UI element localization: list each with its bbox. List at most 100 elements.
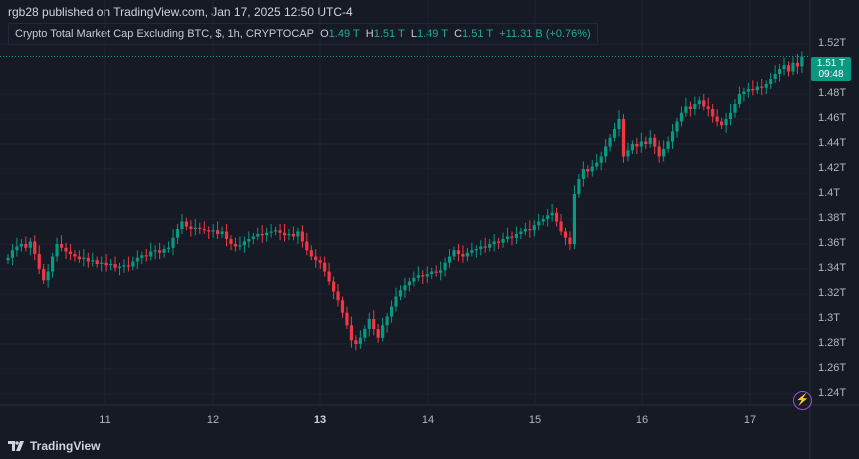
candle-body bbox=[670, 131, 675, 142]
candle-body bbox=[412, 277, 416, 282]
candle-body bbox=[416, 275, 420, 278]
candle-body bbox=[407, 281, 411, 286]
candle-body bbox=[389, 306, 394, 317]
candle-body bbox=[211, 230, 215, 232]
candle-body bbox=[95, 260, 99, 264]
candle-body bbox=[144, 255, 148, 257]
candle-body bbox=[630, 144, 634, 151]
candle-body bbox=[340, 300, 345, 313]
candle-body bbox=[786, 65, 791, 72]
candle-body bbox=[171, 237, 175, 248]
y-tick-label: 1.28T bbox=[818, 337, 847, 349]
candle-body bbox=[385, 316, 389, 326]
candle-body bbox=[37, 254, 41, 269]
candle-body bbox=[474, 249, 478, 251]
y-tick-label: 1.34T bbox=[818, 262, 847, 274]
candle-body bbox=[269, 231, 273, 233]
candle-body bbox=[278, 230, 282, 233]
x-tick-label: 17 bbox=[743, 414, 757, 426]
candle-body bbox=[711, 109, 715, 117]
tradingview-logo-icon bbox=[8, 441, 24, 451]
candle-body bbox=[64, 247, 68, 252]
y-tick-label: 1.48T bbox=[818, 87, 847, 99]
candle-body bbox=[461, 254, 465, 257]
candle-body bbox=[6, 257, 10, 261]
candle-body bbox=[10, 250, 15, 258]
candle-body bbox=[559, 221, 563, 232]
candle-body bbox=[639, 141, 643, 147]
candle-body bbox=[291, 234, 296, 237]
candle-body bbox=[523, 229, 527, 232]
candle-body bbox=[697, 100, 701, 104]
x-tick-label: 13 bbox=[313, 414, 327, 426]
candle-body bbox=[189, 226, 193, 229]
candle-body bbox=[193, 227, 197, 229]
candle-body bbox=[662, 149, 666, 157]
candle-body bbox=[242, 241, 246, 246]
candle-body bbox=[247, 239, 251, 242]
candle-body bbox=[59, 244, 64, 248]
candle-body bbox=[323, 262, 327, 272]
candle-body bbox=[742, 91, 746, 94]
candle-body bbox=[349, 325, 354, 341]
candle-body bbox=[33, 241, 37, 254]
lightning-icon[interactable]: ⚡ bbox=[793, 391, 812, 410]
candle-body bbox=[198, 227, 202, 229]
x-tick-label: 15 bbox=[528, 414, 542, 426]
candle-body bbox=[314, 256, 318, 261]
candle-body bbox=[782, 65, 786, 69]
y-tick-label: 1.36T bbox=[818, 237, 847, 249]
candle-body bbox=[100, 262, 104, 264]
y-tick-label: 1.26T bbox=[818, 362, 847, 374]
candle-body bbox=[595, 162, 599, 167]
candle-body bbox=[251, 236, 255, 239]
candle-body bbox=[684, 106, 688, 113]
candle-body bbox=[282, 232, 287, 236]
candle-body bbox=[86, 257, 90, 262]
candle-body bbox=[140, 255, 144, 258]
candle-body bbox=[135, 257, 139, 262]
candle-body bbox=[19, 244, 23, 247]
candle-body bbox=[345, 312, 349, 326]
candle-body bbox=[760, 86, 764, 88]
candle-body bbox=[202, 229, 206, 231]
candle-body bbox=[207, 230, 211, 232]
candle-body bbox=[635, 144, 639, 147]
candle-body bbox=[122, 265, 126, 267]
candlestick-chart[interactable] bbox=[0, 0, 859, 459]
candle-body bbox=[327, 271, 331, 282]
candle-body bbox=[403, 285, 407, 291]
y-tick-label: 1.4T bbox=[818, 187, 841, 199]
candle-body bbox=[430, 271, 434, 274]
candle-body bbox=[336, 291, 340, 301]
candle-body bbox=[577, 179, 581, 194]
candle-body bbox=[274, 230, 278, 232]
candle-body bbox=[764, 84, 768, 88]
candle-body bbox=[572, 194, 577, 244]
candle-body bbox=[376, 329, 380, 338]
candle-body bbox=[158, 250, 162, 253]
candle-body bbox=[309, 250, 313, 257]
candle-body bbox=[443, 262, 447, 271]
candle-body bbox=[532, 225, 536, 231]
candle-body bbox=[657, 146, 661, 157]
candle-body bbox=[795, 62, 800, 67]
candle-body bbox=[421, 275, 425, 277]
candle-body bbox=[706, 106, 710, 109]
candle-body bbox=[73, 254, 77, 257]
y-tick-label: 1.52T bbox=[818, 37, 847, 49]
candle-body bbox=[229, 239, 233, 244]
candle-body bbox=[166, 247, 171, 249]
candle-body bbox=[497, 241, 501, 243]
candle-body bbox=[149, 251, 153, 257]
candle-body bbox=[447, 256, 452, 263]
candle-body bbox=[617, 119, 621, 129]
candle-body bbox=[586, 169, 590, 172]
candle-body bbox=[608, 137, 612, 147]
candle-body bbox=[367, 319, 371, 329]
candle-body bbox=[224, 231, 229, 239]
candle-body bbox=[117, 266, 122, 268]
candle-body bbox=[679, 112, 684, 122]
candle-body bbox=[439, 270, 443, 273]
candle-body bbox=[153, 250, 157, 252]
